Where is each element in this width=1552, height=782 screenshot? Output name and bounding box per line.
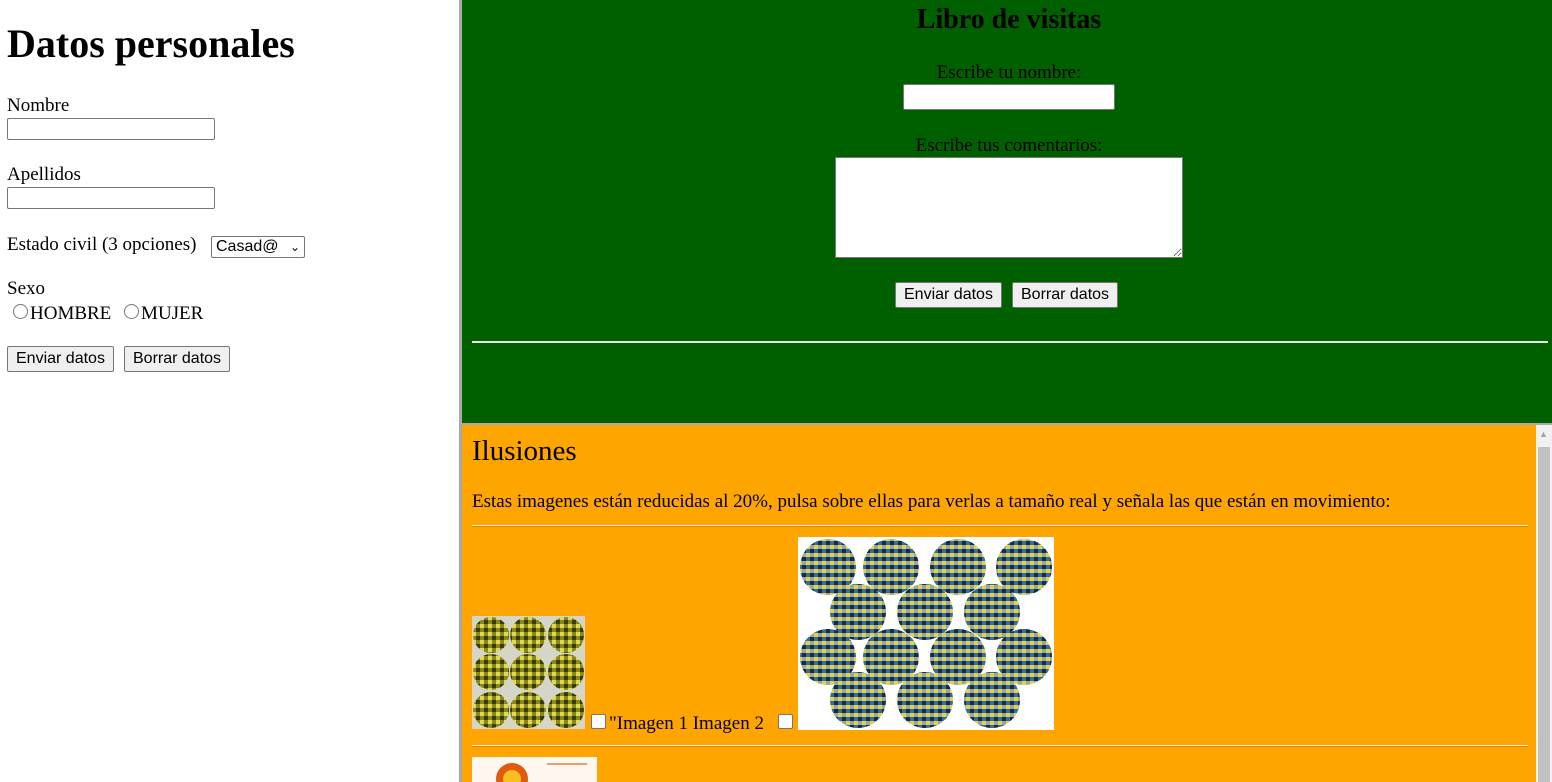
radio-hombre[interactable] bbox=[13, 304, 28, 320]
illusions-scrollbar[interactable]: ▲ bbox=[1536, 425, 1552, 782]
left-frame: Datos personales Nombre Apellidos Estado… bbox=[0, 0, 460, 782]
guestbook-title: Libro de visitas bbox=[916, 4, 1102, 35]
nombre-input[interactable] bbox=[7, 118, 215, 140]
radio-hombre-label: HOMBRE bbox=[30, 303, 112, 324]
estado-civil-select[interactable]: Casad@ ⌄ bbox=[211, 236, 305, 258]
guestbook-comments-textarea[interactable] bbox=[835, 157, 1183, 258]
chevron-down-icon: ⌄ bbox=[289, 240, 300, 254]
divider bbox=[472, 745, 1528, 747]
sexo-radio-group: HOMBRE MUJER bbox=[7, 303, 203, 325]
scrollbar-thumb[interactable] bbox=[1538, 447, 1550, 782]
imagen-2-checkbox[interactable] bbox=[778, 714, 793, 729]
apellidos-label: Apellidos bbox=[7, 164, 81, 185]
page-title: Datos personales bbox=[7, 21, 295, 66]
borrar-datos-button[interactable]: Borrar datos bbox=[124, 346, 231, 372]
guestbook-enviar-button[interactable]: Enviar datos bbox=[895, 282, 1002, 308]
illusion-image-1[interactable] bbox=[472, 616, 585, 729]
guestbook-frame: Libro de visitas Escribe tu nombre: Escr… bbox=[462, 0, 1552, 423]
illusions-title: Ilusiones bbox=[472, 435, 577, 467]
divider bbox=[472, 525, 1528, 527]
nombre-label: Nombre bbox=[7, 95, 70, 116]
scroll-up-arrow-icon[interactable]: ▲ bbox=[1539, 429, 1548, 439]
illusions-intro: Estas imagenes están reducidas al 20%, p… bbox=[472, 491, 1391, 512]
divider bbox=[472, 341, 1548, 343]
sexo-label: Sexo bbox=[7, 278, 45, 299]
radio-mujer[interactable] bbox=[124, 304, 140, 320]
illusion-image-2[interactable] bbox=[798, 537, 1054, 730]
guestbook-borrar-button[interactable]: Borrar datos bbox=[1012, 282, 1119, 308]
estado-civil-value: Casad@ bbox=[216, 238, 279, 255]
radio-mujer-label: MUJER bbox=[141, 303, 204, 324]
guestbook-name-input[interactable] bbox=[903, 84, 1115, 110]
illusion-caption: "Imagen 1 Imagen 2 bbox=[609, 713, 764, 734]
illusion-image-3[interactable] bbox=[472, 757, 597, 782]
enviar-datos-button[interactable]: Enviar datos bbox=[7, 346, 114, 372]
apellidos-input[interactable] bbox=[7, 187, 215, 209]
guestbook-name-label: Escribe tu nombre: bbox=[936, 62, 1082, 83]
imagen-1-checkbox[interactable] bbox=[591, 714, 606, 729]
estado-civil-label: Estado civil (3 opciones) bbox=[7, 234, 197, 255]
illusions-frame: Ilusiones Estas imagenes están reducidas… bbox=[462, 425, 1536, 782]
guestbook-comments-label: Escribe tus comentarios: bbox=[915, 135, 1103, 156]
